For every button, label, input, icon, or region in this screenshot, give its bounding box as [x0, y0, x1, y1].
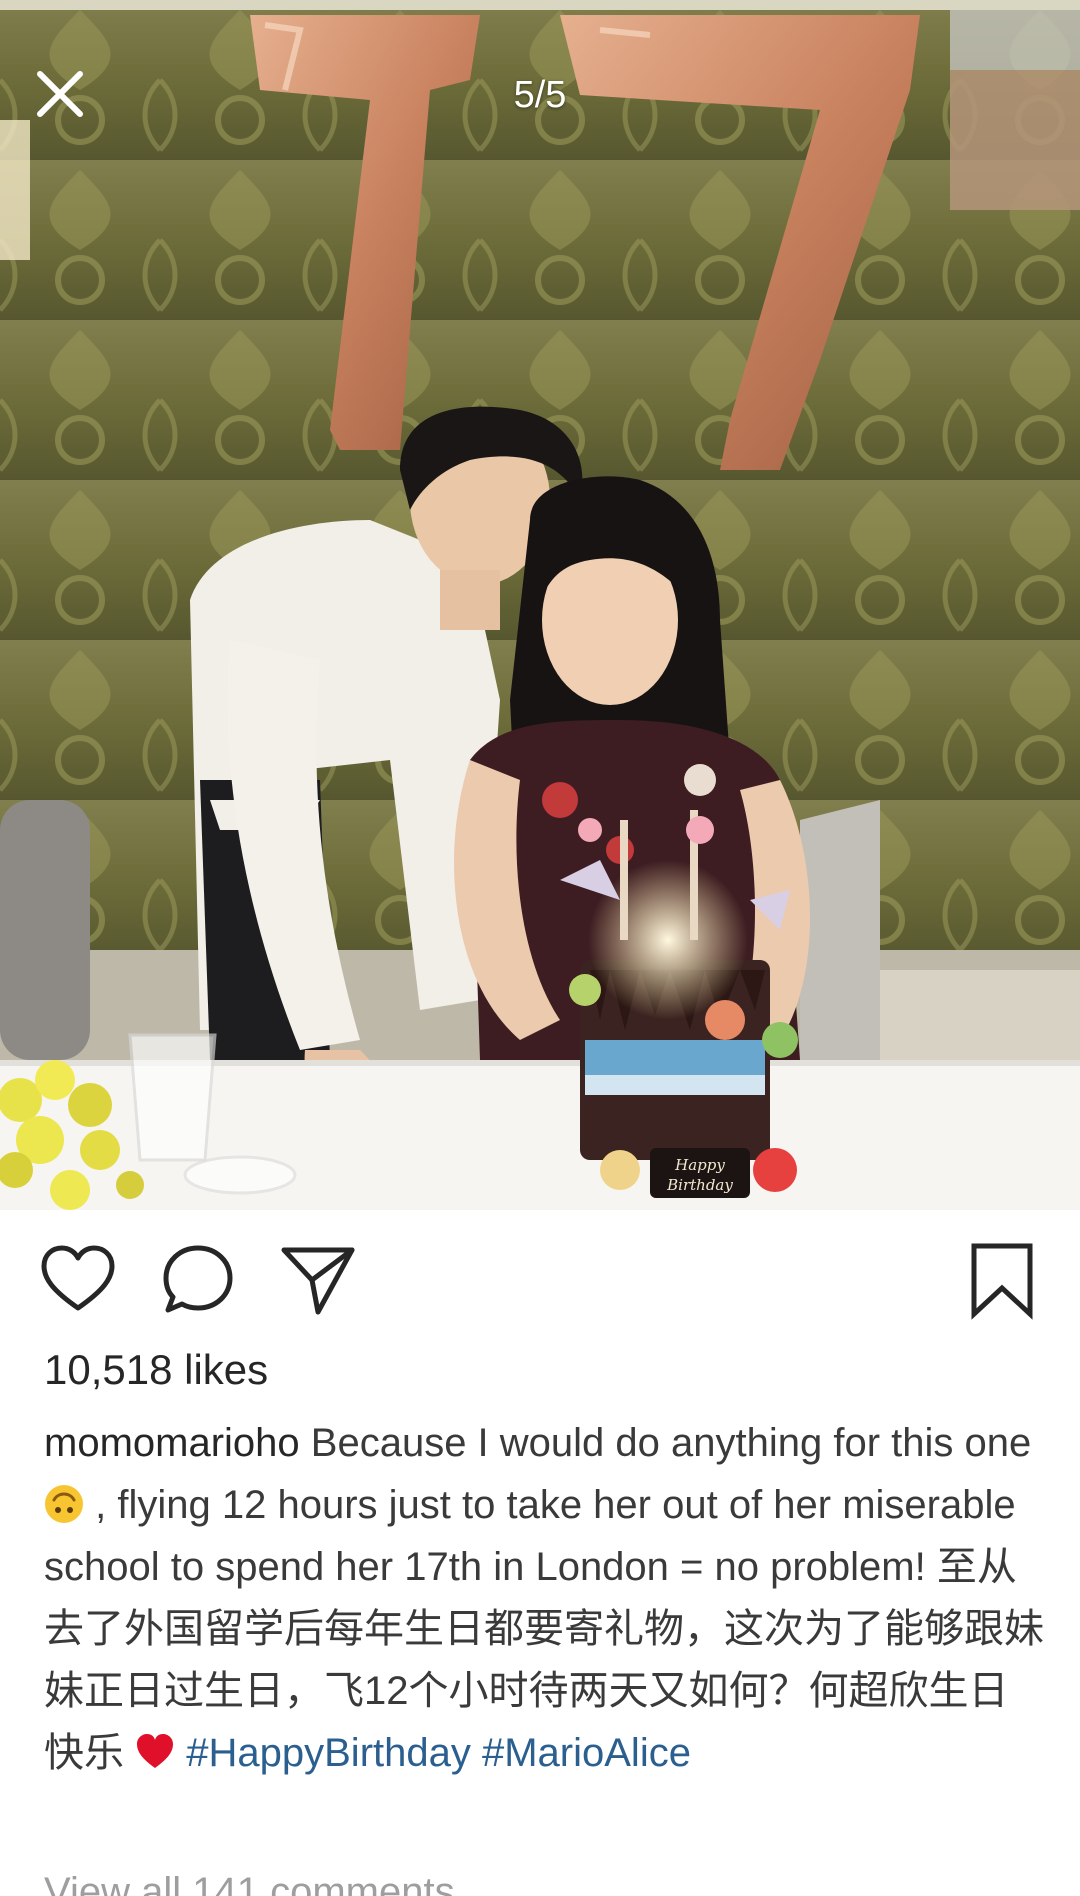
like-count[interactable]: 10,518 likes — [44, 1346, 268, 1394]
comment-bubble-icon — [163, 1245, 233, 1313]
close-icon — [37, 71, 83, 117]
save-button[interactable] — [962, 1240, 1042, 1320]
svg-text:Birthday: Birthday — [666, 1176, 733, 1194]
svg-text:Happy: Happy — [674, 1156, 725, 1174]
action-bar — [0, 1240, 1080, 1320]
photo-illustration: Happy Birthday — [0, 0, 1080, 1210]
caption-username[interactable]: momomarioho — [44, 1421, 300, 1465]
bookmark-icon — [971, 1243, 1033, 1320]
hashtag-happybirthday[interactable]: #HappyBirthday — [186, 1731, 471, 1775]
like-button[interactable] — [38, 1240, 118, 1320]
share-button[interactable] — [278, 1240, 358, 1320]
caption-text-part1: Because I would do anything for this one — [310, 1421, 1032, 1465]
paper-plane-icon — [281, 1247, 355, 1315]
hashtag-marioalice[interactable]: #MarioAlice — [482, 1731, 691, 1775]
post-viewer: Happy Birthday 5/5 10,518 likes momomari… — [0, 0, 1080, 1896]
post-caption: momomarioho Because I would do anything … — [44, 1412, 1044, 1784]
post-photo[interactable]: Happy Birthday 5/5 — [0, 0, 1080, 1210]
view-comments-link[interactable]: View all 141 comments — [44, 1870, 455, 1896]
close-button[interactable] — [30, 64, 90, 124]
red-heart-emoji — [135, 1732, 175, 1772]
heart-outline-icon — [41, 1245, 115, 1311]
page-indicator: 5/5 — [513, 74, 567, 116]
comment-button[interactable] — [158, 1240, 238, 1320]
upside-down-face-emoji — [44, 1484, 84, 1524]
